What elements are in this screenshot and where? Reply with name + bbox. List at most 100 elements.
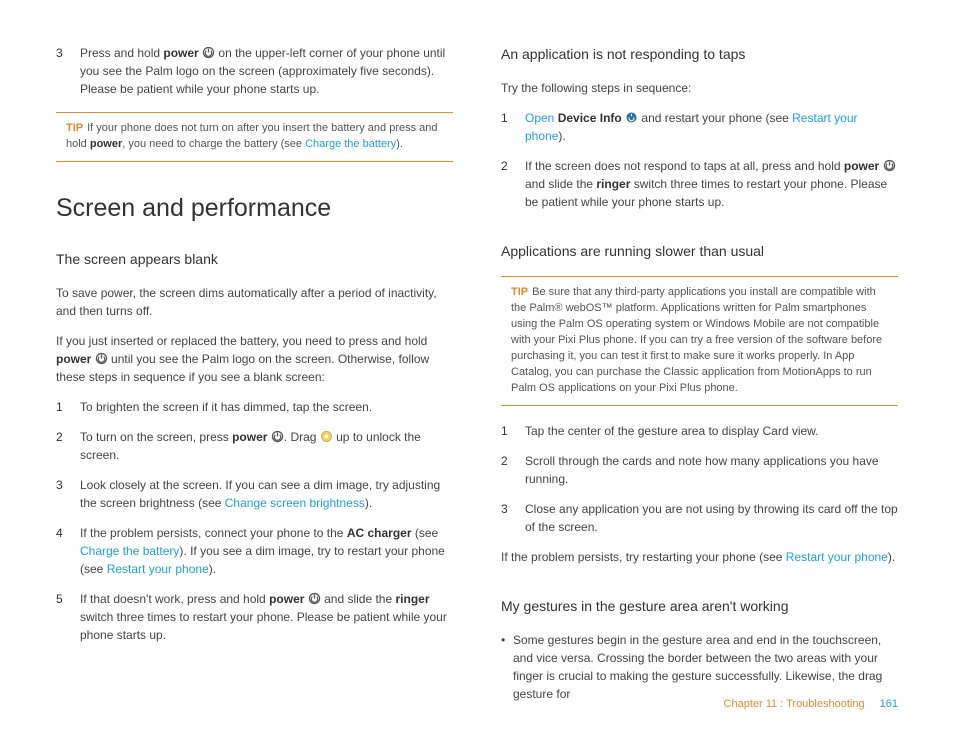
- bold-text: power: [844, 159, 879, 173]
- power-icon: [95, 352, 108, 365]
- tip-box: TIPBe sure that any third-party applicat…: [501, 276, 898, 406]
- device-info-icon: [625, 111, 638, 124]
- step-number: 2: [501, 452, 525, 488]
- page-body: 3 Press and hold power on the upper-left…: [0, 0, 954, 713]
- step-body: To turn on the screen, press power . Dra…: [80, 428, 453, 464]
- text: switch three times to restart your phone…: [80, 610, 447, 642]
- link-charge-battery[interactable]: Charge the battery: [80, 544, 179, 558]
- link-restart-phone[interactable]: Restart your phone: [107, 562, 209, 576]
- text: (see: [412, 526, 439, 540]
- bold-text: ringer: [596, 177, 630, 191]
- step-body: If the screen does not respond to taps a…: [525, 157, 898, 211]
- heading-screen-blank: The screen appears blank: [56, 249, 453, 270]
- tip-box: TIPIf your phone does not turn on after …: [56, 112, 453, 162]
- power-icon: [883, 159, 896, 172]
- paragraph: If you just inserted or replaced the bat…: [56, 332, 453, 386]
- text: and slide the: [525, 177, 596, 191]
- link-open[interactable]: Open: [525, 111, 554, 125]
- link-charge-battery[interactable]: Charge the battery: [305, 138, 396, 150]
- bold-text: ringer: [395, 592, 429, 606]
- text: ).: [888, 550, 895, 564]
- bold-text: power: [269, 592, 304, 606]
- power-icon: [308, 592, 321, 605]
- text: ).: [396, 138, 403, 150]
- step-number: 5: [56, 590, 80, 644]
- list-item: 2 If the screen does not respond to taps…: [501, 157, 898, 211]
- step-body: Open Device Info and restart your phone …: [525, 109, 898, 145]
- list-item: 4 If the problem persists, connect your …: [56, 524, 453, 578]
- text: Be sure that any third-party application…: [511, 286, 882, 394]
- bold-text: power: [232, 430, 267, 444]
- step-body: Press and hold power on the upper-left c…: [80, 44, 453, 98]
- list-item: 2 Scroll through the cards and note how …: [501, 452, 898, 488]
- tip-label: TIP: [66, 122, 83, 134]
- list-item: 1 Open Device Info and restart your phon…: [501, 109, 898, 145]
- step-number: 1: [501, 422, 525, 440]
- drag-icon: [320, 430, 333, 443]
- step-body: Close any application you are not using …: [525, 500, 898, 536]
- step-number: 4: [56, 524, 80, 578]
- step-number: 3: [56, 44, 80, 98]
- text: until you see the Palm logo on the scree…: [56, 352, 429, 384]
- tip-label: TIP: [511, 286, 528, 298]
- list-item: 2 To turn on the screen, press power . D…: [56, 428, 453, 464]
- bold-text: power: [56, 352, 91, 366]
- step-body: Look closely at the screen. If you can s…: [80, 476, 453, 512]
- list-item: • Some gestures begin in the gesture are…: [501, 631, 898, 703]
- bold-text: power: [163, 46, 198, 60]
- text: If that doesn't work, press and hold: [80, 592, 269, 606]
- text: Press and hold: [80, 46, 163, 60]
- step-body: Tap the center of the gesture area to di…: [525, 422, 898, 440]
- ordered-list: 1 To brighten the screen if it has dimme…: [56, 398, 453, 644]
- paragraph: To save power, the screen dims automatic…: [56, 284, 453, 320]
- text: If the screen does not respond to taps a…: [525, 159, 844, 173]
- page-footer: Chapter 11 : Troubleshooting 161: [724, 696, 898, 713]
- step-number: 1: [501, 109, 525, 145]
- right-column: An application is not responding to taps…: [501, 44, 898, 713]
- link-restart-phone[interactable]: Restart your phone: [786, 550, 888, 564]
- paragraph: Try the following steps in sequence:: [501, 79, 898, 97]
- power-icon: [202, 46, 215, 59]
- step-number: 2: [56, 428, 80, 464]
- step-body: If the problem persists, connect your ph…: [80, 524, 453, 578]
- bold-text: Device Info: [558, 111, 622, 125]
- bold-text: power: [90, 138, 122, 150]
- chapter-label: Chapter 11 : Troubleshooting: [724, 698, 865, 710]
- power-icon: [271, 430, 284, 443]
- step-body: If that doesn't work, press and hold pow…: [80, 590, 453, 644]
- text: If you just inserted or replaced the bat…: [56, 334, 427, 348]
- list-item: 5 If that doesn't work, press and hold p…: [56, 590, 453, 644]
- ordered-list: 1 Tap the center of the gesture area to …: [501, 422, 898, 536]
- paragraph: If the problem persists, try restarting …: [501, 548, 898, 566]
- text: and slide the: [321, 592, 396, 606]
- heading-gestures-not-working: My gestures in the gesture area aren't w…: [501, 596, 898, 617]
- text: ).: [365, 496, 372, 510]
- step-number: 3: [56, 476, 80, 512]
- text: If the problem persists, try restarting …: [501, 550, 786, 564]
- step-number: 1: [56, 398, 80, 416]
- step-body: Scroll through the cards and note how ma…: [525, 452, 898, 488]
- left-column: 3 Press and hold power on the upper-left…: [56, 44, 453, 713]
- text: , you need to charge the battery (see: [122, 138, 305, 150]
- list-item: 1 To brighten the screen if it has dimme…: [56, 398, 453, 416]
- list-item: 3 Close any application you are not usin…: [501, 500, 898, 536]
- page-number: 161: [880, 698, 898, 710]
- text: . Drag: [284, 430, 320, 444]
- step-body: To brighten the screen if it has dimmed,…: [80, 398, 453, 416]
- text: and restart your phone (see: [638, 111, 792, 125]
- heading-apps-slower: Applications are running slower than usu…: [501, 241, 898, 262]
- bold-text: AC charger: [347, 526, 412, 540]
- text: To turn on the screen, press: [80, 430, 232, 444]
- list-item: 3 Press and hold power on the upper-left…: [56, 44, 453, 98]
- heading-app-not-responding: An application is not responding to taps: [501, 44, 898, 65]
- step-number: 3: [501, 500, 525, 536]
- list-item: 3 Look closely at the screen. If you can…: [56, 476, 453, 512]
- text: If the problem persists, connect your ph…: [80, 526, 347, 540]
- text: ).: [558, 129, 565, 143]
- text: ).: [209, 562, 216, 576]
- list-body: Some gestures begin in the gesture area …: [513, 631, 898, 703]
- heading-screen-performance: Screen and performance: [56, 190, 453, 228]
- list-item: 1 Tap the center of the gesture area to …: [501, 422, 898, 440]
- step-number: 2: [501, 157, 525, 211]
- link-change-brightness[interactable]: Change screen brightness: [225, 496, 365, 510]
